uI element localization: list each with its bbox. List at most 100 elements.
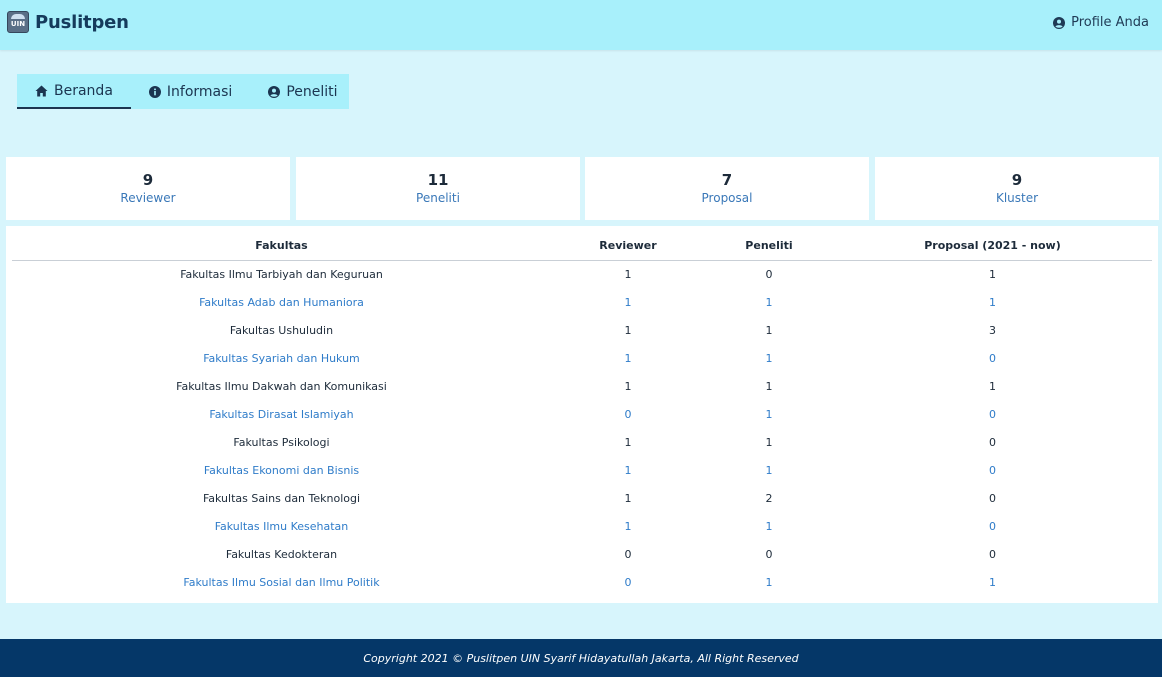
cell-peneliti: 0	[765, 547, 773, 561]
tab-beranda[interactable]: Beranda	[17, 74, 131, 109]
cell-proposal: 1	[989, 379, 996, 393]
table-row: Fakultas Sains dan Teknologi 1 2 0	[12, 484, 1152, 512]
cell-fakultas: Fakultas Ekonomi dan Bisnis	[203, 463, 360, 477]
stat-card-proposal: 7 Proposal	[585, 157, 869, 220]
stat-value: 11	[427, 171, 449, 189]
stat-value: 7	[721, 171, 733, 189]
cell-proposal: 0	[989, 435, 996, 449]
cell-fakultas: Fakultas Adab dan Humaniora	[199, 295, 364, 309]
cell-proposal: 0	[989, 519, 996, 533]
cell-reviewer: 0	[624, 547, 632, 561]
stat-label: Peneliti	[416, 191, 460, 205]
cell-peneliti: 1	[765, 351, 773, 365]
cell-peneliti: 1	[765, 435, 773, 449]
cell-reviewer: 1	[624, 295, 632, 309]
stat-label: Kluster	[995, 191, 1039, 205]
cell-reviewer: 1	[624, 435, 632, 449]
cell-peneliti: 0	[765, 267, 773, 281]
cell-peneliti: 1	[765, 575, 773, 589]
cell-fakultas: Fakultas Ilmu Kesehatan	[214, 519, 349, 533]
cell-reviewer: 1	[624, 379, 632, 393]
stat-card-kluster: 9 Kluster	[875, 157, 1159, 220]
cell-reviewer: 1	[624, 463, 632, 477]
table-row: Fakultas Ilmu Tarbiyah dan Keguruan 1 0 …	[12, 260, 1152, 288]
cell-fakultas: Fakultas Sains dan Teknologi	[202, 491, 361, 505]
tab-peneliti[interactable]: Peneliti	[250, 74, 355, 109]
cell-fakultas: Fakultas Syariah dan Hukum	[203, 351, 360, 365]
cell-proposal: 1	[989, 295, 996, 309]
copyright-text: Copyright 2021 © Puslitpen UIN Syarif Hi…	[363, 651, 799, 665]
cell-peneliti: 1	[765, 519, 773, 533]
stat-label: Reviewer	[120, 191, 176, 205]
stats-row: 9 Reviewer 11 Peneliti 7 Proposal 9 Klus…	[6, 157, 1159, 220]
table-header-row: Fakultas Reviewer Peneliti Proposal (202…	[12, 232, 1152, 261]
brand[interactable]: UIN Puslitpen	[7, 11, 129, 33]
column-header-peneliti: Peneliti	[705, 232, 833, 261]
cell-proposal: 1	[989, 575, 996, 589]
tab-label: Peneliti	[286, 83, 338, 100]
app-name: Puslitpen	[35, 11, 129, 33]
table-row: Fakultas Ilmu Sosial dan Ilmu Politik 0 …	[12, 568, 1152, 596]
table-row: Fakultas Psikologi 1 1 0	[12, 428, 1152, 456]
profile-link[interactable]: Profile Anda	[1053, 15, 1149, 30]
cell-proposal: 0	[989, 547, 996, 561]
cell-fakultas: Fakultas Ilmu Dakwah dan Komunikasi	[176, 379, 387, 393]
cell-proposal: 1	[989, 267, 996, 281]
cell-peneliti: 1	[765, 379, 773, 393]
user-circle-icon	[1053, 16, 1066, 29]
cell-peneliti: 1	[765, 323, 773, 337]
fakultas-table: Fakultas Reviewer Peneliti Proposal (202…	[12, 232, 1152, 596]
top-navbar: UIN Puslitpen Profile Anda	[0, 0, 1162, 50]
stat-card-peneliti: 11 Peneliti	[296, 157, 580, 220]
cell-peneliti: 1	[765, 463, 773, 477]
table-row: Fakultas Ekonomi dan Bisnis 1 1 0	[12, 456, 1152, 484]
table-row: Fakultas Syariah dan Hukum 1 1 0	[12, 344, 1152, 372]
cell-fakultas: Fakultas Kedokteran	[225, 547, 338, 561]
profile-label: Profile Anda	[1071, 15, 1149, 30]
home-icon	[35, 85, 48, 96]
cell-proposal: 0	[989, 491, 996, 505]
cell-peneliti: 1	[765, 407, 773, 421]
tab-label: Informasi	[166, 83, 233, 100]
cell-proposal: 0	[989, 463, 996, 477]
cell-reviewer: 1	[624, 351, 632, 365]
cell-fakultas: Fakultas Ilmu Tarbiyah dan Keguruan	[180, 267, 383, 281]
cell-proposal: 0	[989, 351, 996, 365]
cell-reviewer: 1	[624, 323, 632, 337]
table-row: Fakultas Adab dan Humaniora 1 1 1	[12, 288, 1152, 316]
cell-fakultas: Fakultas Psikologi	[233, 435, 330, 449]
column-header-reviewer: Reviewer	[551, 232, 705, 261]
table-row: Fakultas Ilmu Kesehatan 1 1 0	[12, 512, 1152, 540]
cell-peneliti: 1	[765, 295, 773, 309]
stat-value: 9	[142, 171, 154, 189]
nav-tabs: Beranda Informasi Peneliti	[17, 74, 349, 109]
uin-logo: UIN	[7, 11, 29, 33]
cell-fakultas: Fakultas Dirasat Islamiyah	[209, 407, 354, 421]
cell-proposal: 3	[989, 323, 996, 337]
column-header-fakultas: Fakultas	[12, 232, 551, 261]
stat-label: Proposal	[701, 191, 753, 205]
cell-proposal: 0	[989, 407, 996, 421]
fakultas-table-card: Fakultas Reviewer Peneliti Proposal (202…	[6, 226, 1158, 603]
footer: Copyright 2021 © Puslitpen UIN Syarif Hi…	[0, 639, 1162, 677]
table-row: Fakultas Ilmu Dakwah dan Komunikasi 1 1 …	[12, 372, 1152, 400]
table-row: Fakultas Kedokteran 0 0 0	[12, 540, 1152, 568]
cell-fakultas: Fakultas Ilmu Sosial dan Ilmu Politik	[183, 575, 380, 589]
cell-reviewer: 1	[624, 491, 632, 505]
column-header-proposal: Proposal (2021 - now)	[833, 232, 1152, 261]
table-row: Fakultas Dirasat Islamiyah 0 1 0	[12, 400, 1152, 428]
cell-reviewer: 1	[624, 519, 632, 533]
user-circle-icon	[268, 85, 281, 98]
cell-peneliti: 2	[765, 491, 773, 505]
stat-value: 9	[1011, 171, 1023, 189]
table-row: Fakultas Ushuludin 1 1 3	[12, 316, 1152, 344]
cell-fakultas: Fakultas Ushuludin	[229, 323, 334, 337]
tab-informasi[interactable]: Informasi	[131, 74, 250, 109]
logo-text: UIN	[10, 20, 26, 28]
cell-reviewer: 0	[624, 575, 632, 589]
info-circle-icon	[148, 85, 161, 98]
cell-reviewer: 0	[624, 407, 632, 421]
stat-card-reviewer: 9 Reviewer	[6, 157, 290, 220]
cell-reviewer: 1	[624, 267, 632, 281]
tab-label: Beranda	[54, 82, 113, 99]
